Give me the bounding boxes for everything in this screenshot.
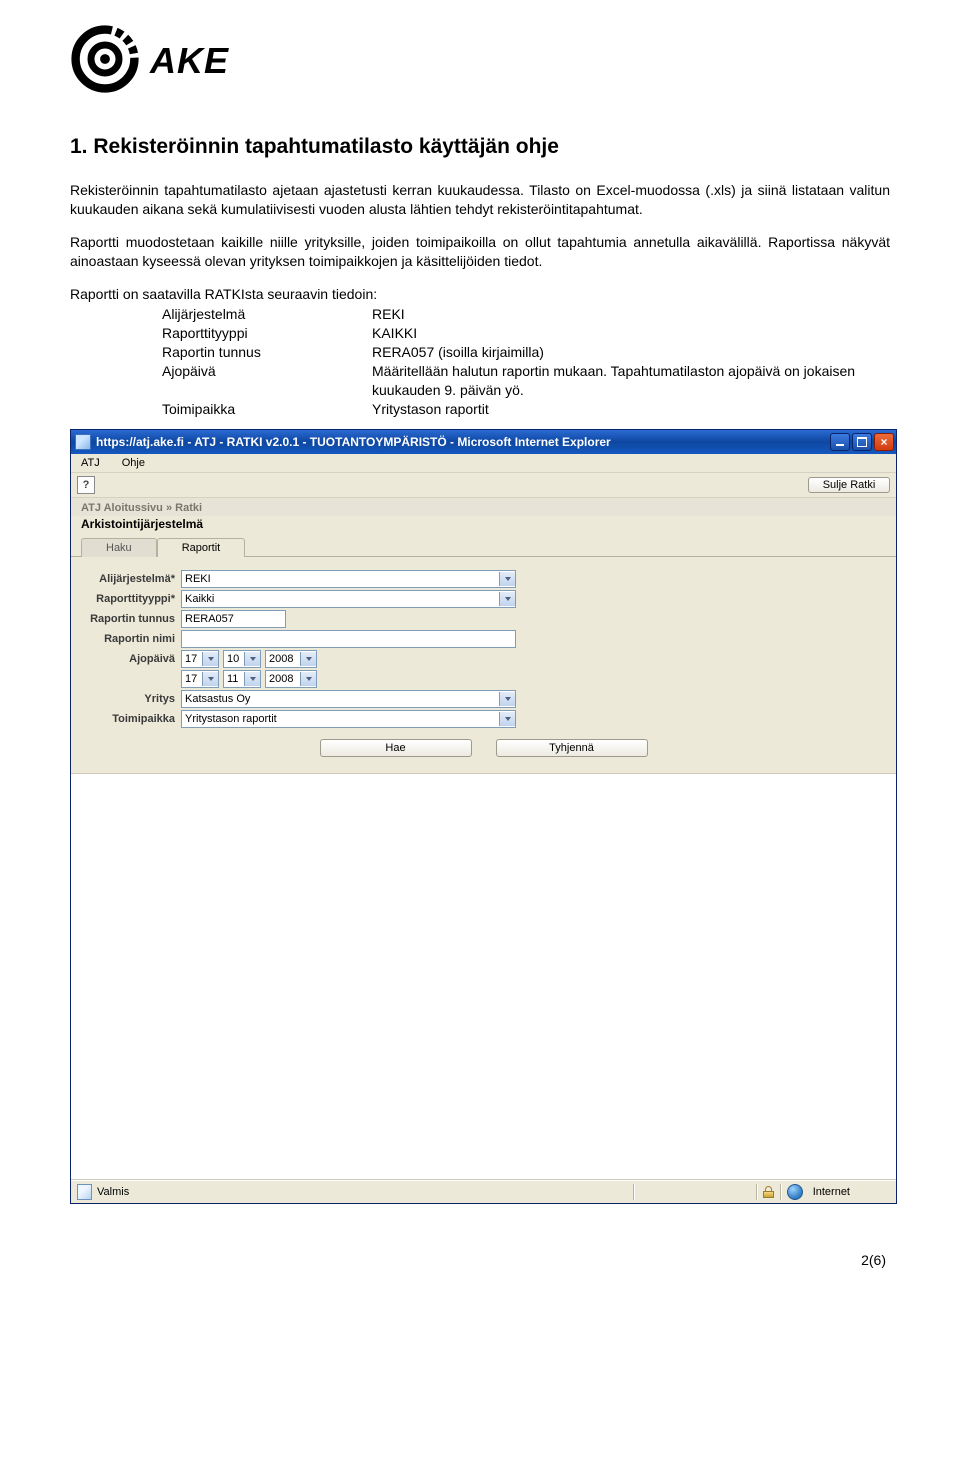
page-number: 2(6) [70,1252,890,1268]
page-icon [77,1184,92,1200]
label-raportin-tunnus: Raportin tunnus [71,613,181,625]
status-text: Valmis [97,1186,129,1198]
param-value: REKI [372,305,890,324]
table-lead: Raportti on saatavilla RATKIsta seuraavi… [70,285,890,304]
help-icon[interactable]: ? [77,476,95,494]
select-yritys[interactable]: Katsastus Oy [181,690,516,708]
param-label: Raportin tunnus [162,343,372,362]
select-ajopaiva-from-day[interactable]: 17 [181,650,219,668]
app-menubar: ATJ Ohje [71,454,896,473]
tab-haku[interactable]: Haku [81,538,157,557]
ie-window: https://atj.ake.fi - ATJ - RATKI v2.0.1 … [70,429,897,1204]
page-header: AKE [70,24,890,97]
chevron-down-icon [499,592,515,606]
maximize-button[interactable] [852,433,872,451]
chevron-down-icon [499,692,515,706]
chevron-down-icon [499,572,515,586]
tab-strip: Haku Raportit [71,537,896,557]
window-title: https://atj.ake.fi - ATJ - RATKI v2.0.1 … [96,435,611,449]
input-raportin-tunnus[interactable] [181,610,286,628]
globe-icon [787,1184,803,1200]
report-params-table: Alijärjestelmä REKI Raporttityyppi KAIKK… [162,305,890,418]
chevron-down-icon [202,652,218,666]
page-title: 1. Rekisteröinnin tapahtumatilasto käytt… [70,135,890,159]
breadcrumb: ATJ Aloitussivu » Ratki [71,498,896,516]
system-title: Arkistointijärjestelmä [71,516,896,537]
chevron-down-icon [300,672,316,686]
label-toimipaikka: Toimipaikka [71,713,181,725]
results-area [71,773,896,1180]
minimize-button[interactable] [830,433,850,451]
close-ratki-button[interactable]: Sulje Ratki [808,477,890,493]
intro-paragraph-1: Rekisteröinnin tapahtumatilasto ajetaan … [70,181,890,219]
select-ajopaiva-to-year[interactable]: 2008 [265,670,317,688]
select-ajopaiva-from-month[interactable]: 10 [223,650,261,668]
select-ajopaiva-from-year[interactable]: 2008 [265,650,317,668]
tab-raportit[interactable]: Raportit [157,538,246,557]
label-yritys: Yritys [71,693,181,705]
form-buttons: Hae Tyhjennä [71,729,896,767]
menu-ohje[interactable]: Ohje [122,457,145,469]
intro-paragraph-2: Raportti muodostetaan kaikille niille yr… [70,233,890,271]
lock-icon [763,1186,774,1198]
chevron-down-icon [499,712,515,726]
chevron-down-icon [300,652,316,666]
param-value: Määritellään halutun raportin mukaan. Ta… [372,362,890,400]
status-zone: Internet [813,1186,850,1198]
window-titlebar: https://atj.ake.fi - ATJ - RATKI v2.0.1 … [71,430,896,454]
chevron-down-icon [244,652,260,666]
label-ajopaiva: Ajopäivä [71,653,181,665]
ake-logo-icon [70,24,140,97]
select-ajopaiva-to-day[interactable]: 17 [181,670,219,688]
select-alijarjestelma[interactable]: REKI [181,570,516,588]
select-ajopaiva-to-month[interactable]: 11 [223,670,261,688]
statusbar: Valmis Internet [71,1180,896,1203]
param-value: KAIKKI [372,324,890,343]
ake-logo-text: AKE [150,40,229,82]
param-label: Raporttityyppi [162,324,372,343]
param-label: Alijärjestelmä [162,305,372,324]
search-form: Alijärjestelmä* REKI Raporttityyppi* Kai… [71,557,896,773]
param-label: Ajopäivä [162,362,372,400]
input-raportin-nimi[interactable] [181,630,516,648]
param-value: Yritystason raportit [372,400,890,419]
menu-atj[interactable]: ATJ [81,457,100,469]
select-toimipaikka[interactable]: Yritystason raportit [181,710,516,728]
select-raporttityyppi[interactable]: Kaikki [181,590,516,608]
close-button[interactable]: × [874,433,894,451]
chevron-down-icon [244,672,260,686]
page-icon [75,434,91,450]
hae-button[interactable]: Hae [320,739,472,757]
param-value: RERA057 (isoilla kirjaimilla) [372,343,890,362]
param-label: Toimipaikka [162,400,372,419]
label-raportin-nimi: Raportin nimi [71,633,181,645]
label-alijarjestelma: Alijärjestelmä* [71,573,181,585]
app-toolbar: ? Sulje Ratki [71,473,896,498]
label-raporttityyppi: Raporttityyppi* [71,593,181,605]
chevron-down-icon [202,672,218,686]
tyhjenna-button[interactable]: Tyhjennä [496,739,648,757]
